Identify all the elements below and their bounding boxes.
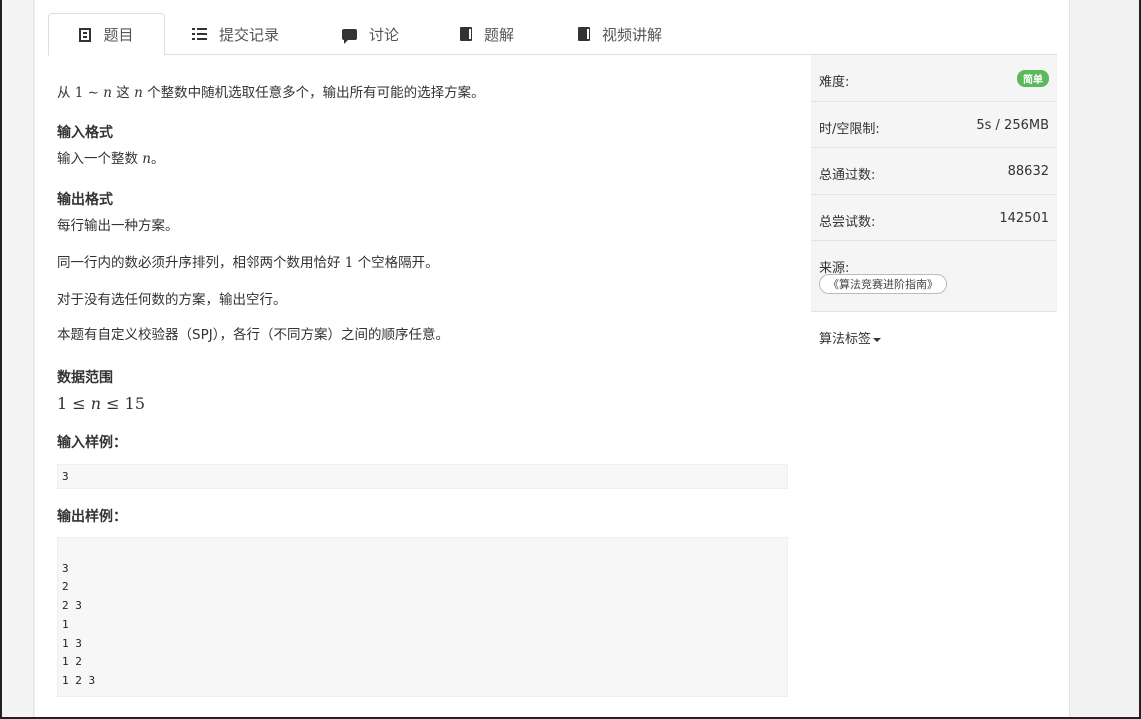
- tried-label: 总尝试数:: [819, 215, 876, 230]
- sample-input-block[interactable]: 3: [57, 464, 788, 489]
- algorithm-tags-label: 算法标签: [819, 332, 872, 347]
- tab-submissions-label: 提交记录: [219, 25, 280, 44]
- left-window-edge: [0, 0, 34, 719]
- passed-row: 总通过数: 88632: [811, 148, 1057, 195]
- output-format-line: 本题有自定义校验器（SPJ），各行（不同方案）之间的顺序任意。: [57, 327, 449, 343]
- desc-text: 从: [57, 85, 75, 101]
- source-row: 来源: 《算法竞赛进阶指南》: [811, 241, 1057, 312]
- tab-problem[interactable]: 题目: [48, 13, 165, 56]
- desc-text: 这: [112, 85, 135, 101]
- passed-label: 总通过数:: [819, 168, 876, 183]
- output-text: 个空格隔开。: [353, 255, 439, 271]
- book-icon: [578, 27, 590, 41]
- math-n: n: [90, 394, 102, 413]
- right-window-edge: [1069, 0, 1141, 719]
- passed-value: 88632: [1007, 164, 1049, 179]
- tab-solutions[interactable]: 题解: [460, 13, 514, 55]
- caret-down-icon: [873, 337, 882, 342]
- input-text: 。: [151, 151, 165, 167]
- math-n: n: [103, 85, 112, 101]
- sample-input-heading: 输入样例：: [57, 435, 127, 451]
- algorithm-tags-toggle[interactable]: 算法标签: [819, 328, 882, 347]
- tab-submissions[interactable]: 提交记录: [192, 13, 279, 55]
- tab-discussion[interactable]: 讨论: [342, 13, 399, 55]
- limit-value: 5s / 256MB: [976, 118, 1049, 133]
- math-n: n: [134, 85, 143, 101]
- comment-icon: [342, 28, 357, 44]
- tab-video[interactable]: 视频讲解: [578, 13, 662, 55]
- limit-label: 时/空限制:: [819, 122, 880, 137]
- data-range-formula: 1 ≤ n ≤ 15: [57, 394, 145, 414]
- problem-card: 题目 提交记录 讨论 题解 视频讲解 从 1 ∼ n 这 n 个整数中随机选取任…: [35, 0, 1069, 717]
- input-format-text: 输入一个整数 n。: [57, 149, 165, 169]
- math-range-left: 1 ≤: [57, 394, 91, 413]
- math-range-right: ≤ 15: [101, 394, 146, 413]
- tab-video-label: 视频讲解: [602, 25, 663, 44]
- desc-text: 个整数中随机选取任意多个，输出所有可能的选择方案。: [142, 85, 485, 101]
- document-icon: [79, 27, 92, 42]
- list-icon: [192, 27, 207, 41]
- output-format-line: 同一行内的数必须升序排列，相邻两个数用恰好 1 个空格隔开。: [57, 253, 439, 273]
- difficulty-badge: 简单: [1017, 70, 1049, 87]
- problem-tabs: 题目 提交记录 讨论 题解 视频讲解: [48, 13, 1057, 56]
- difficulty-label: 难度:: [819, 75, 850, 90]
- book-icon: [460, 27, 472, 41]
- difficulty-row: 难度: 简单: [811, 55, 1057, 102]
- output-text: 同一行内的数必须升序排列，相邻两个数用恰好: [57, 255, 345, 271]
- input-format-heading: 输入格式: [57, 125, 113, 141]
- output-format-line: 对于没有选任何数的方案，输出空行。: [57, 292, 287, 308]
- input-text: 输入一个整数: [57, 151, 143, 167]
- tab-discussion-label: 讨论: [369, 25, 400, 44]
- sample-output-block[interactable]: 3 2 2 3 1 1 3 1 2 1 2 3: [57, 537, 788, 697]
- tab-solutions-label: 题解: [484, 25, 515, 44]
- tried-value: 142501: [999, 211, 1049, 226]
- sample-output-heading: 输出样例：: [57, 509, 127, 525]
- math-n: n: [142, 151, 151, 167]
- limit-row: 时/空限制: 5s / 256MB: [811, 102, 1057, 148]
- tried-row: 总尝试数: 142501: [811, 195, 1057, 241]
- output-format-line: 每行输出一种方案。: [57, 218, 179, 234]
- problem-description: 从 1 ∼ n 这 n 个整数中随机选取任意多个，输出所有可能的选择方案。: [57, 83, 485, 103]
- tab-problem-label: 题目: [103, 26, 134, 44]
- source-tag[interactable]: 《算法竞赛进阶指南》: [819, 274, 947, 294]
- data-range-heading: 数据范围: [57, 370, 113, 386]
- output-format-heading: 输出格式: [57, 192, 113, 208]
- math-tilde: ∼: [83, 85, 104, 101]
